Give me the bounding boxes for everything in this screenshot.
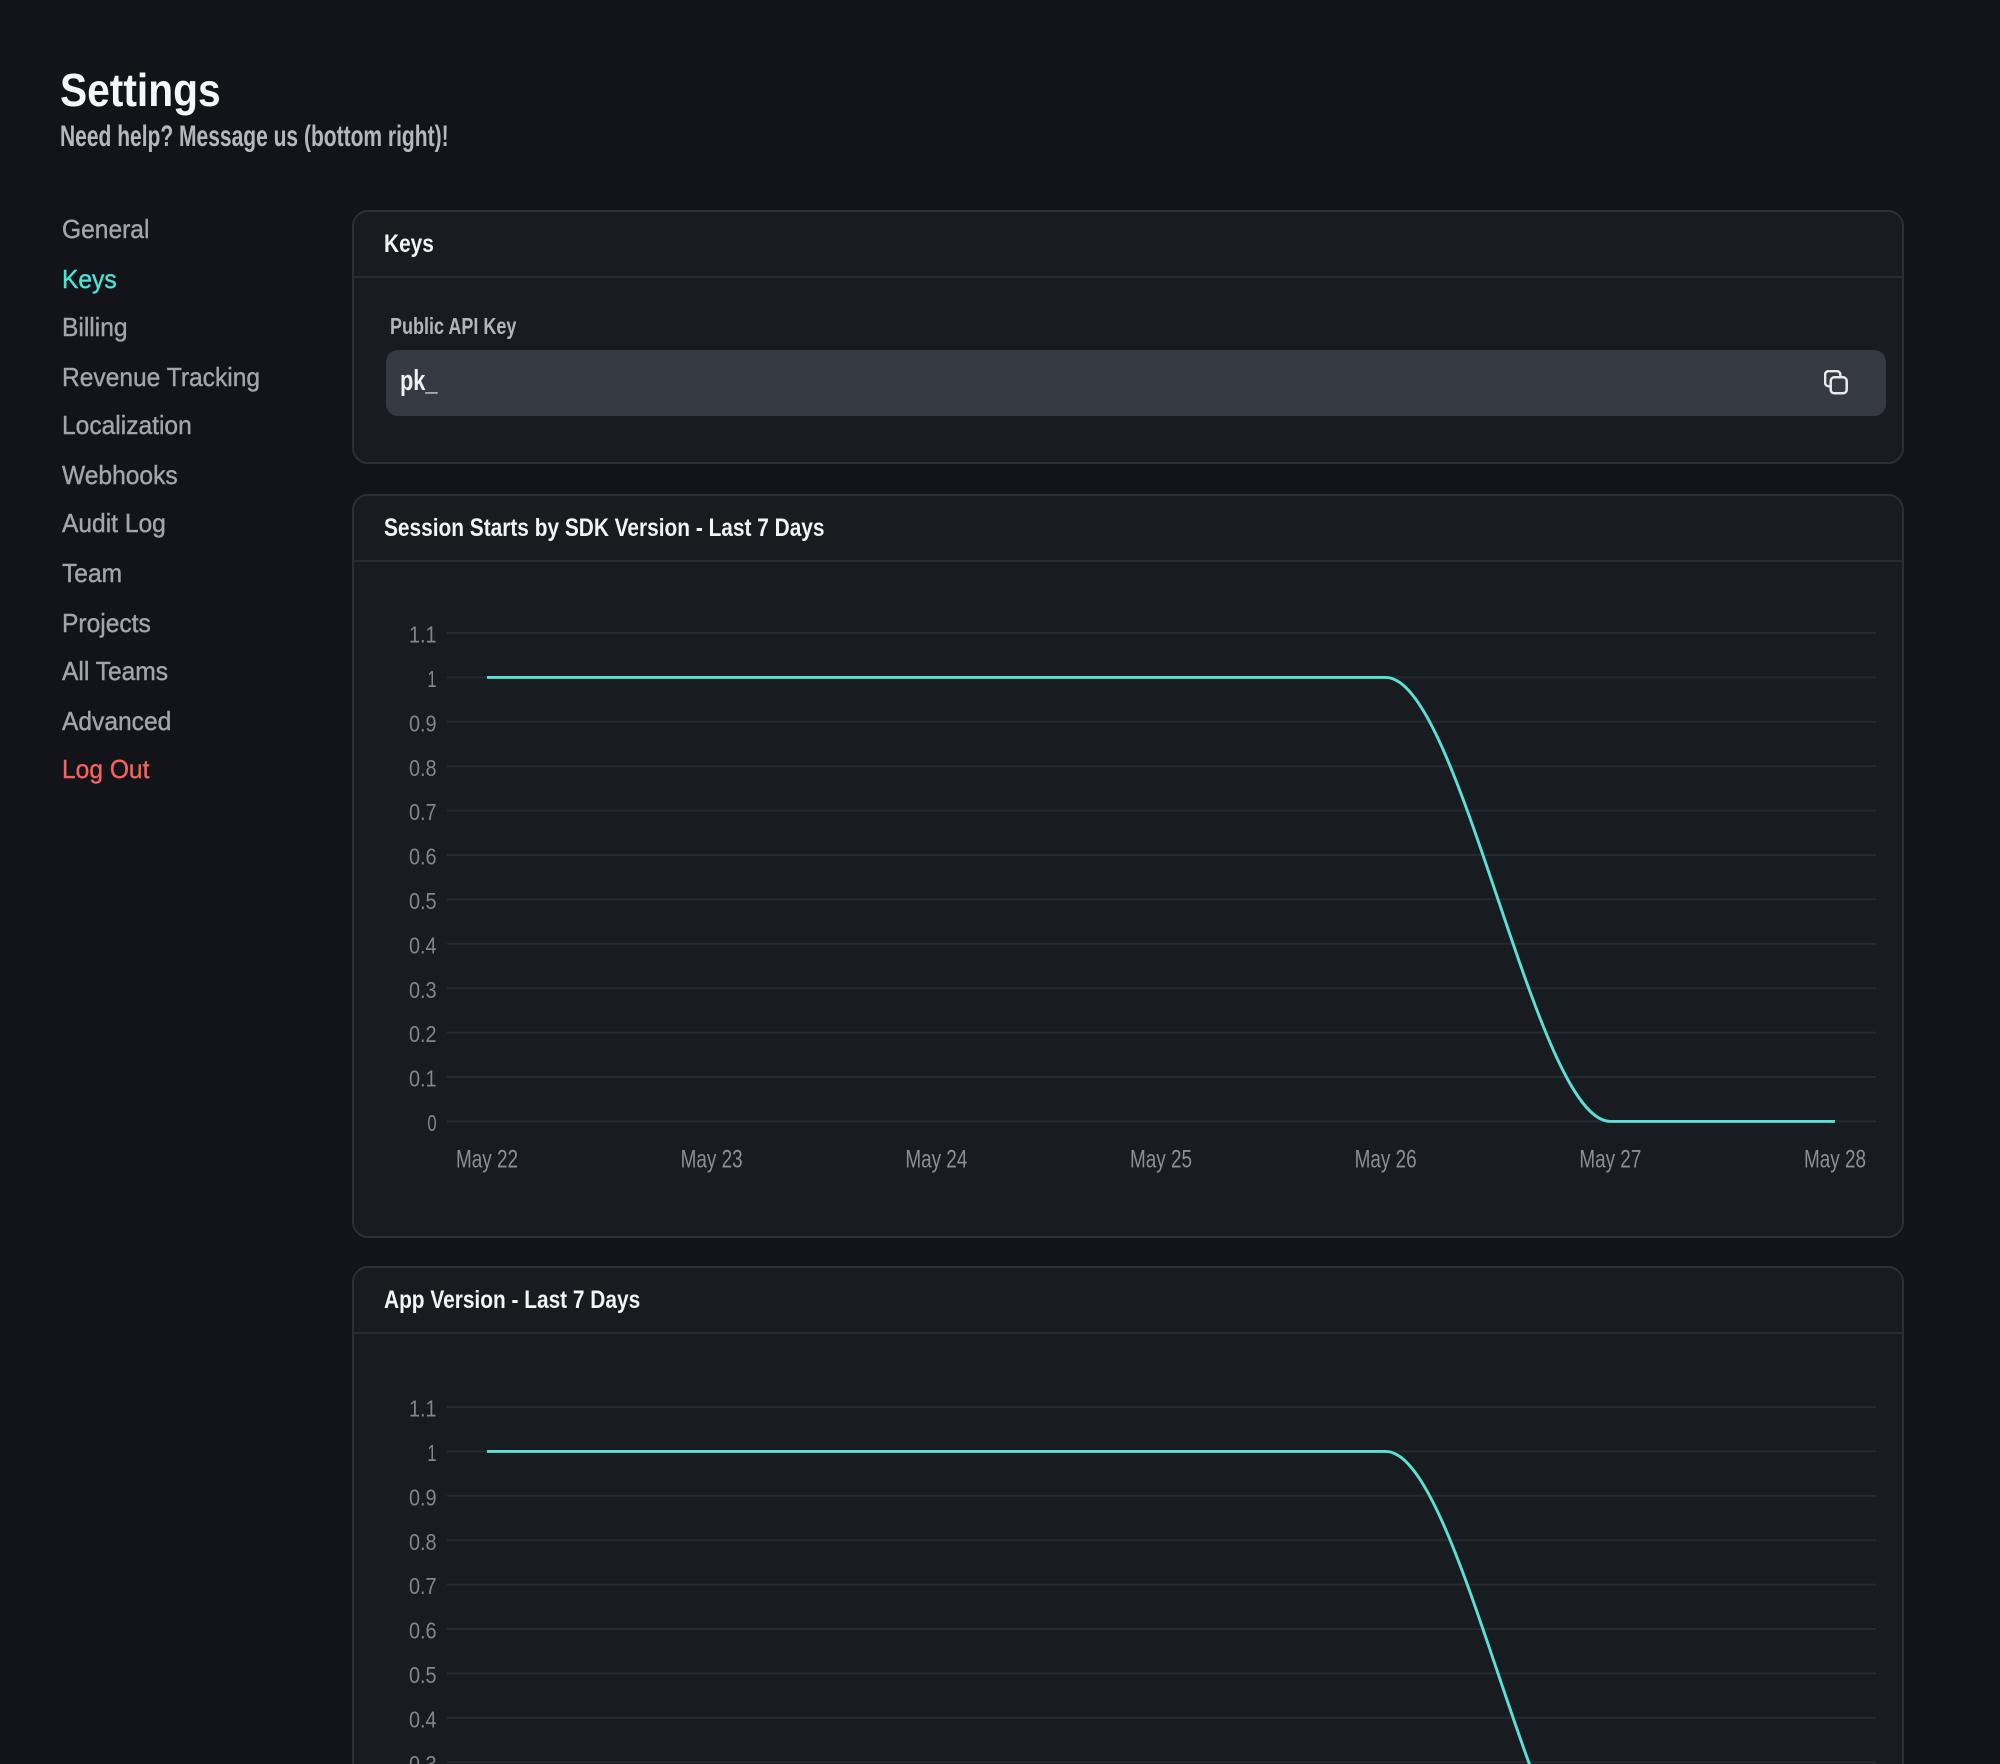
svg-text:1: 1 (427, 1439, 436, 1465)
svg-text:0.8: 0.8 (409, 755, 437, 781)
svg-text:0.9: 0.9 (409, 710, 437, 736)
svg-text:0.4: 0.4 (409, 932, 437, 958)
svg-text:0.9: 0.9 (409, 1483, 437, 1509)
svg-text:0.7: 0.7 (409, 1572, 437, 1598)
svg-text:May 24: May 24 (905, 1146, 967, 1174)
svg-text:0.7: 0.7 (409, 799, 437, 825)
svg-text:0.5: 0.5 (409, 1661, 437, 1687)
svg-text:0.3: 0.3 (409, 1750, 437, 1764)
svg-text:0: 0 (427, 1110, 436, 1136)
svg-text:May 26: May 26 (1355, 1146, 1417, 1174)
svg-text:0.6: 0.6 (409, 844, 437, 870)
svg-text:0.6: 0.6 (409, 1617, 437, 1643)
svg-text:1.1: 1.1 (409, 1395, 437, 1421)
svg-text:0.5: 0.5 (409, 888, 437, 914)
svg-text:0.1: 0.1 (409, 1066, 437, 1092)
svg-text:May 27: May 27 (1579, 1146, 1641, 1174)
svg-text:1.1: 1.1 (409, 622, 437, 648)
svg-text:0.4: 0.4 (409, 1705, 437, 1731)
svg-text:0.2: 0.2 (409, 1021, 437, 1047)
svg-text:May 25: May 25 (1130, 1146, 1192, 1174)
svg-text:1: 1 (427, 666, 436, 692)
svg-text:May 28: May 28 (1804, 1146, 1866, 1174)
svg-text:May 23: May 23 (681, 1146, 743, 1174)
svg-text:0.3: 0.3 (409, 977, 437, 1003)
svg-text:May 22: May 22 (456, 1146, 518, 1174)
svg-text:0.8: 0.8 (409, 1528, 437, 1554)
